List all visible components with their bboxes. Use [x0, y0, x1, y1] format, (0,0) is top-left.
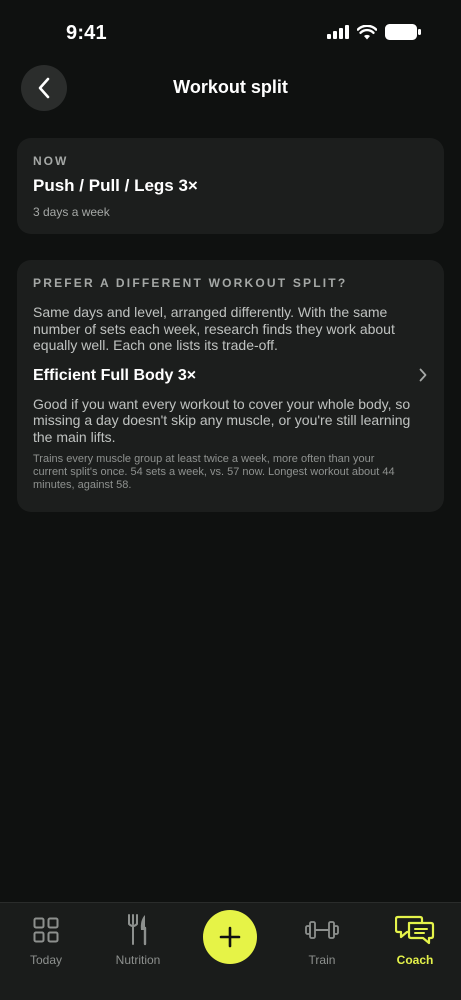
split-option-title: Efficient Full Body 3×: [33, 366, 197, 384]
tab-label-coach: Coach: [396, 953, 434, 967]
alternative-split-card: PREFER A DIFFERENT WORKOUT SPLIT? Same d…: [17, 260, 444, 512]
current-split-name: Push / Pull / Legs 3×: [33, 176, 198, 195]
split-option-efficient-full-body[interactable]: Efficient Full Body 3× Good if you want …: [33, 367, 428, 493]
tab-train[interactable]: Train: [282, 913, 362, 973]
tab-today[interactable]: Today: [6, 913, 86, 973]
page-title: Workout split: [173, 77, 288, 97]
split-option-description: Good if you want every workout to cover …: [33, 395, 411, 445]
grid-icon: [33, 917, 59, 943]
current-split-frequency: 3 days a week: [33, 205, 110, 219]
status-bar: 9:41: [0, 0, 461, 64]
battery-icon: [385, 24, 421, 40]
wifi-icon: [357, 24, 377, 39]
tab-bar: Today Nutrition Train Coach: [0, 902, 461, 1000]
dumbbell-icon: [305, 921, 339, 939]
cellular-signal-icon: [327, 25, 349, 39]
chat-bubbles-icon: [395, 915, 435, 945]
split-option-note: Trains every muscle group at least twice…: [33, 453, 395, 491]
chevron-right-icon: [419, 368, 427, 381]
tab-nutrition[interactable]: Nutrition: [98, 913, 178, 973]
workout-split-screen: 9:41 Workout split NOW Push / Pull / Leg…: [0, 0, 461, 1000]
tab-coach[interactable]: Coach: [375, 913, 455, 973]
add-button[interactable]: [203, 910, 257, 964]
status-icons: [327, 24, 421, 40]
tab-label-train: Train: [308, 953, 336, 967]
current-split-eyebrow: NOW: [33, 154, 69, 168]
current-split-card: NOW Push / Pull / Legs 3× 3 days a week: [17, 138, 444, 234]
tab-label-nutrition: Nutrition: [115, 953, 161, 967]
alternative-intro: Same days and level, arranged differentl…: [33, 304, 395, 353]
tab-label-today: Today: [29, 953, 63, 967]
plus-icon: [219, 926, 241, 948]
alternative-eyebrow: PREFER A DIFFERENT WORKOUT SPLIT?: [33, 276, 348, 290]
status-time: 9:41: [66, 22, 107, 44]
header: Workout split: [0, 64, 461, 112]
fork-knife-icon: [128, 914, 147, 946]
